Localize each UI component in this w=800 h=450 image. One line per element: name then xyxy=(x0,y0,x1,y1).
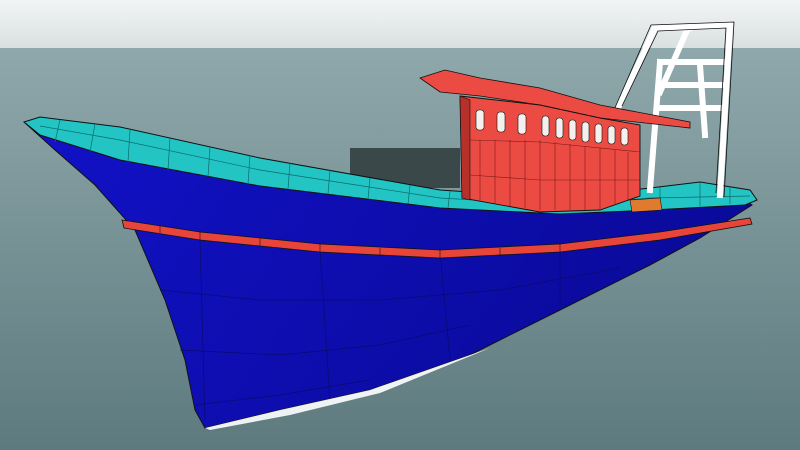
aft-deck-hatch xyxy=(629,197,663,213)
boat-render-scene xyxy=(0,0,800,450)
cabin-front-side xyxy=(459,95,471,201)
